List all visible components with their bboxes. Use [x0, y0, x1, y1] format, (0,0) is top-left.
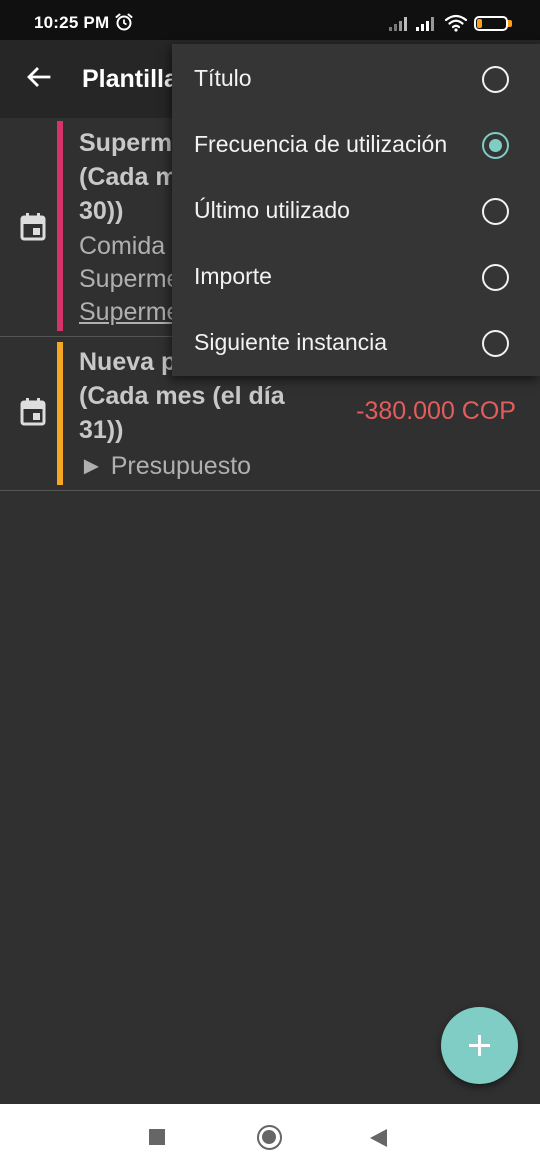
menu-item-titulo[interactable]: Título — [172, 46, 540, 112]
signal-icon — [416, 17, 434, 31]
template-category: ► Presupuesto — [79, 452, 252, 480]
add-template-button[interactable] — [441, 1007, 518, 1084]
radio-button[interactable] — [482, 264, 509, 291]
radio-button-selected[interactable] — [482, 132, 509, 159]
recents-icon[interactable] — [149, 1129, 165, 1145]
calendar-icon — [20, 213, 46, 241]
menu-item-label: Importe — [194, 263, 272, 289]
system-nav-bar — [0, 1104, 540, 1170]
wifi-icon — [444, 14, 468, 32]
calendar-icon — [20, 398, 46, 426]
template-category: Comida — [79, 232, 166, 260]
radio-button[interactable] — [482, 66, 509, 93]
category-color-bar — [57, 342, 63, 485]
plus-icon — [469, 1035, 490, 1056]
menu-item-label: Frecuencia de utilización — [194, 131, 448, 157]
menu-item-label: Siguiente instancia — [194, 329, 388, 355]
status-bar: 10:25 PM 19 — [0, 0, 540, 40]
back-icon[interactable] — [370, 1129, 387, 1147]
menu-item-ultimo-utilizado[interactable]: Último utilizado — [172, 178, 540, 244]
status-time: 10:25 PM — [34, 13, 110, 32]
menu-item-label: Último utilizado — [194, 197, 350, 223]
alarm-icon — [115, 13, 133, 31]
menu-item-label: Título — [194, 65, 252, 91]
arrow-left-icon[interactable] — [24, 62, 54, 92]
radio-button[interactable] — [482, 330, 509, 357]
category-color-bar — [57, 121, 63, 331]
radio-button[interactable] — [482, 198, 509, 225]
menu-item-siguiente-instancia[interactable]: Siguiente instancia — [172, 310, 540, 376]
menu-item-importe[interactable]: Importe — [172, 244, 540, 310]
battery-text: 19 — [483, 17, 497, 29]
home-icon[interactable] — [257, 1125, 282, 1150]
menu-item-frecuencia[interactable]: Frecuencia de utilización — [172, 112, 540, 178]
template-amount: -380.000 COP — [356, 397, 516, 425]
signal-icon — [389, 17, 407, 31]
battery-tip — [508, 20, 512, 27]
sort-menu: Título Frecuencia de utilización Último … — [172, 44, 540, 376]
